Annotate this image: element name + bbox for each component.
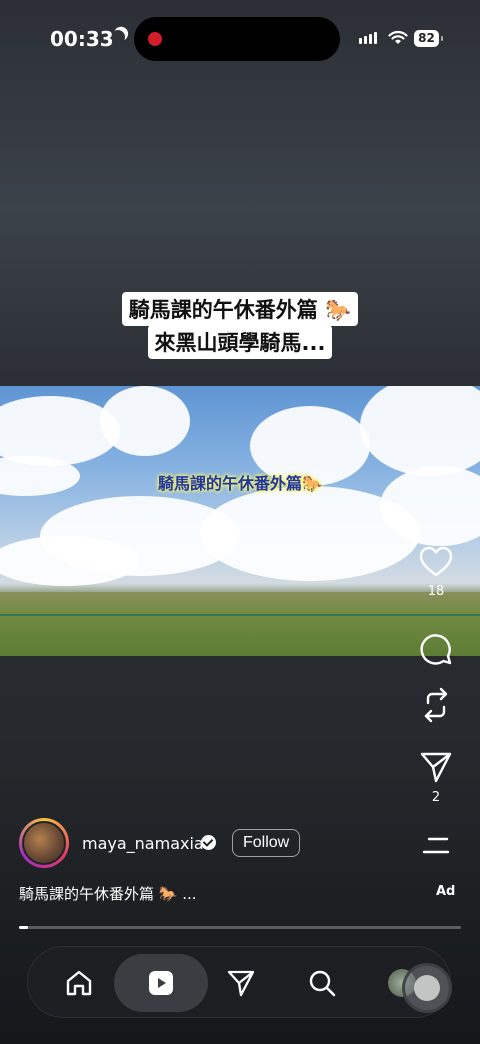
video-progress-bar[interactable]: [19, 926, 461, 929]
share-count: 2: [431, 790, 441, 805]
caption-text-1: 騎馬課的午休番外篇 🐎: [121, 292, 359, 326]
dynamic-island: [134, 17, 340, 61]
battery-indicator: 82: [414, 30, 443, 47]
avatar[interactable]: [19, 818, 69, 868]
reel-video[interactable]: 騎馬課的午休番外篇🐎: [0, 386, 480, 656]
caption-text-2: 來黑山頭學騎馬...: [147, 325, 333, 359]
nav-home[interactable]: [51, 955, 107, 1011]
send-icon: [420, 752, 452, 783]
video-overlay-text: 騎馬課的午休番外篇🐎: [158, 474, 322, 493]
reels-icon: [149, 971, 173, 995]
follow-button[interactable]: Follow: [232, 829, 301, 857]
caption-line-2: 來黑山頭學騎馬...: [0, 325, 480, 359]
status-time: 00:33: [50, 27, 114, 51]
ad-label: Ad: [436, 884, 456, 899]
heart-icon: [419, 546, 453, 577]
send-icon: [227, 970, 255, 997]
recording-indicator-icon: [148, 32, 162, 46]
nav-reels[interactable]: [133, 955, 189, 1011]
more-options-button[interactable]: [410, 836, 462, 856]
share-button[interactable]: 2: [410, 750, 462, 805]
more-icon: [422, 837, 450, 854]
status-bar: 00:33 82: [0, 0, 480, 80]
comment-button[interactable]: [410, 632, 462, 666]
comment-icon: [420, 634, 452, 665]
repost-button[interactable]: [410, 686, 462, 724]
nav-search[interactable]: [294, 955, 350, 1011]
fence-line: [0, 614, 480, 616]
repost-icon: [424, 687, 448, 723]
assistive-touch-button[interactable]: [402, 963, 452, 1013]
bottom-nav: [27, 946, 451, 1018]
post-description[interactable]: 騎馬課的午休番外篇 🐎 ...: [19, 883, 197, 904]
home-icon: [66, 970, 92, 996]
video-progress-fill: [19, 926, 28, 929]
search-icon: [309, 970, 336, 997]
nav-send[interactable]: [213, 955, 269, 1011]
verified-badge-icon: [201, 835, 216, 850]
username[interactable]: maya_namaxia: [82, 834, 204, 853]
author-row: maya_namaxia Follow: [19, 818, 319, 870]
like-button[interactable]: 18: [410, 546, 462, 599]
wifi-icon: [388, 30, 408, 44]
grassland: [0, 592, 480, 656]
like-count: 18: [427, 584, 445, 599]
caption-line-1: 騎馬課的午休番外篇 🐎: [0, 292, 480, 326]
